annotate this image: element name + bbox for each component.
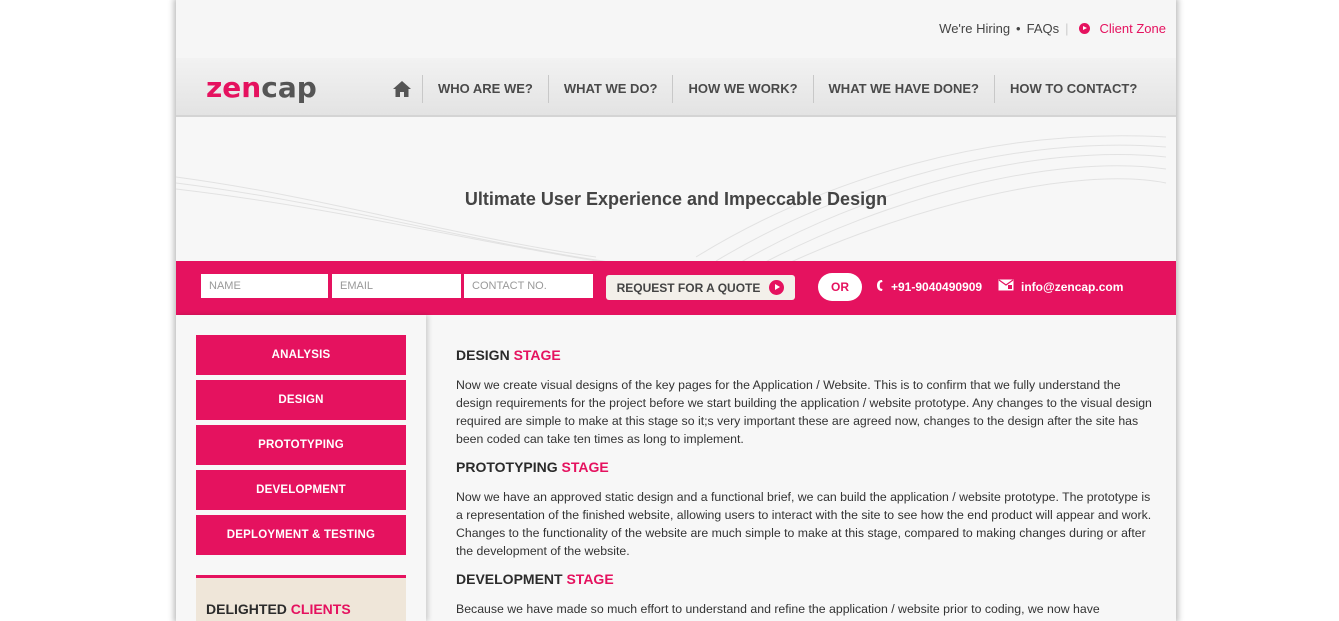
heading-part-2: STAGE (561, 459, 609, 475)
zencap-logo[interactable]: zencap (206, 71, 317, 104)
stage-analysis-button[interactable]: ANALYSIS (196, 335, 406, 375)
stage-deployment-testing-button[interactable]: DEPLOYMENT & TESTING (196, 515, 406, 555)
quote-bar: NAME EMAIL CONTACT NO. REQUEST FOR A QUO… (176, 261, 1176, 315)
top-bar: We're Hiring • FAQs | Client Zone (176, 0, 1176, 58)
development-stage-heading: DEVELOPMENT STAGE (456, 571, 614, 587)
stages-sidebar: ANALYSIS DESIGN PROTOTYPING DEVELOPMENT … (176, 315, 426, 621)
play-circle-icon (1078, 23, 1090, 34)
stage-design-button[interactable]: DESIGN (196, 380, 406, 420)
clients-title-part-1: DELIGHTED (206, 601, 287, 617)
email-contact[interactable]: info@zencap.com (998, 279, 1123, 294)
client-zone-label: Client Zone (1099, 21, 1166, 36)
phone-number: +91-9040490909 (891, 280, 983, 294)
main-nav-bar: zencap WHO ARE WE? WHAT WE DO? HOW WE WO… (176, 58, 1176, 117)
page: We're Hiring • FAQs | Client Zone zencap… (176, 0, 1176, 621)
nav-what-we-do[interactable]: WHAT WE DO? (549, 75, 674, 103)
nav-how-we-work[interactable]: HOW WE WORK? (673, 75, 814, 103)
play-circle-icon (769, 280, 785, 295)
phone-contact[interactable]: +91-9040490909 (876, 279, 982, 295)
mail-icon (998, 279, 1014, 294)
heading-part-2: STAGE (513, 347, 561, 363)
home-icon[interactable] (382, 75, 423, 103)
faqs-link[interactable]: FAQs (1027, 21, 1060, 36)
logo-part-zen: zen (206, 71, 262, 104)
hiring-link[interactable]: We're Hiring (939, 21, 1010, 36)
request-quote-button[interactable]: REQUEST FOR A QUOTE (606, 275, 795, 300)
hero-title: Ultimate User Experience and Impeccable … (464, 189, 888, 209)
phone-icon (876, 279, 884, 295)
development-stage-body: Because we have made so much effort to u… (456, 602, 1100, 616)
nav-what-we-have-done[interactable]: WHAT WE HAVE DONE? (814, 75, 995, 103)
stage-prototyping-button[interactable]: PROTOTYPING (196, 425, 406, 465)
heading-part-1: PROTOTYPING (456, 459, 558, 475)
client-zone-link[interactable]: Client Zone (1078, 21, 1166, 36)
heading-part-1: DEVELOPMENT (456, 571, 563, 587)
name-input[interactable]: NAME (201, 274, 328, 298)
delighted-clients-box: DELIGHTED CLIENTS (196, 575, 406, 621)
top-links: We're Hiring • FAQs | Client Zone (939, 21, 1166, 36)
clients-title-part-2: CLIENTS (290, 601, 351, 617)
logo-part-cap: cap (261, 71, 317, 104)
main-nav: WHO ARE WE? WHAT WE DO? HOW WE WORK? WHA… (382, 74, 1152, 104)
design-stage-heading: DESIGN STAGE (456, 347, 561, 363)
contact-number-input[interactable]: CONTACT NO. (464, 274, 593, 298)
nav-who-are-we[interactable]: WHO ARE WE? (423, 75, 549, 103)
stage-development-button[interactable]: DEVELOPMENT (196, 470, 406, 510)
separator-dot: • (1016, 21, 1021, 36)
heading-part-2: STAGE (566, 571, 614, 587)
or-badge: OR (818, 273, 862, 301)
request-quote-label: REQUEST FOR A QUOTE (616, 280, 761, 295)
email-input[interactable]: EMAIL (332, 274, 461, 298)
separator-bar: | (1065, 21, 1069, 36)
design-stage-body: Now we create visual designs of the key … (456, 378, 1152, 446)
nav-how-to-contact[interactable]: HOW TO CONTACT? (995, 75, 1152, 103)
prototyping-stage-heading: PROTOTYPING STAGE (456, 459, 609, 475)
email-address: info@zencap.com (1021, 279, 1124, 294)
delighted-clients-title: DELIGHTED CLIENTS (206, 601, 351, 617)
heading-part-1: DESIGN (456, 347, 510, 363)
hero-banner: Ultimate User Experience and Impeccable … (176, 117, 1176, 261)
prototyping-stage-body: Now we have an approved static design an… (456, 490, 1152, 558)
